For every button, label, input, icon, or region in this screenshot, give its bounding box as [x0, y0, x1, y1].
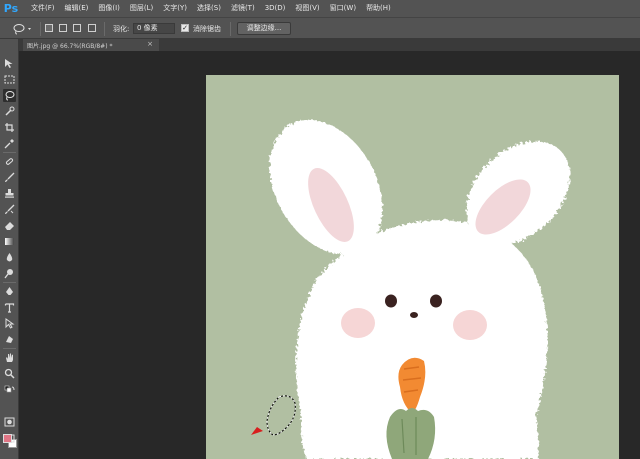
menu-filter[interactable]: 滤镜(T)	[226, 0, 260, 17]
right-cheek	[453, 310, 487, 340]
gradient-tool-icon[interactable]	[3, 235, 16, 248]
move-tool-icon[interactable]	[3, 57, 16, 70]
menu-edit[interactable]: 编辑(E)	[60, 0, 94, 17]
antialias-checkbox[interactable]: ✓	[181, 24, 189, 32]
menu-help[interactable]: 帮助(H)	[361, 0, 396, 17]
quick-mask-icon[interactable]	[3, 415, 16, 428]
feather-label: 羽化:	[113, 24, 130, 33]
right-eye	[430, 294, 442, 308]
options-bar: 羽化: 0 像素 ✓ 消除锯齿 调整边缘...	[0, 17, 640, 39]
tools-panel	[0, 39, 19, 459]
lasso-selection	[251, 395, 296, 436]
menu-file[interactable]: 文件(F)	[22, 0, 60, 17]
feather-field[interactable]: 0 像素	[133, 23, 175, 34]
hand-tool-icon[interactable]	[3, 351, 16, 364]
history-brush-tool-icon[interactable]	[3, 203, 16, 216]
marquee-tool-icon[interactable]	[3, 73, 16, 86]
dodge-tool-icon[interactable]	[3, 267, 16, 280]
clone-stamp-tool-icon[interactable]	[3, 187, 16, 200]
default-colors-icon[interactable]	[3, 384, 16, 393]
brush-tool-icon[interactable]	[3, 171, 16, 184]
intersect-selection-button[interactable]	[88, 24, 96, 32]
zoom-tool-icon[interactable]	[3, 367, 16, 380]
left-eye	[385, 294, 397, 308]
menu-view[interactable]: 视图(V)	[290, 0, 324, 17]
blur-tool-icon[interactable]	[3, 251, 16, 264]
menu-bar: Ps 文件(F) 编辑(E) 图像(I) 图层(L) 文字(Y) 选择(S) 滤…	[0, 0, 640, 17]
healing-brush-tool-icon[interactable]	[3, 155, 16, 168]
new-selection-button[interactable]	[45, 24, 53, 32]
crop-tool-icon[interactable]	[3, 121, 16, 134]
menu-3d[interactable]: 3D(D)	[260, 0, 291, 17]
document-workspace[interactable]	[19, 51, 640, 459]
menu-window[interactable]: 窗口(W)	[325, 0, 361, 17]
add-to-selection-button[interactable]	[59, 24, 67, 32]
document-tab[interactable]: 图片.jpg @ 66.7%(RGB/8#) * ×	[23, 39, 159, 51]
chevron-down-icon	[28, 27, 31, 30]
subtract-from-selection-button[interactable]	[73, 24, 81, 32]
left-cheek	[341, 308, 375, 338]
refine-edge-button[interactable]: 调整边缘...	[237, 22, 291, 35]
quick-select-tool-icon[interactable]	[3, 105, 16, 118]
menu-layer[interactable]: 图层(L)	[125, 0, 158, 17]
type-tool-icon[interactable]	[3, 301, 16, 314]
pen-tool-icon[interactable]	[3, 285, 16, 298]
shape-tool-icon[interactable]	[3, 333, 16, 346]
nose	[410, 312, 418, 318]
antialias-label: 消除锯齿	[193, 24, 221, 33]
document-tab-bar: 图片.jpg @ 66.7%(RGB/8#) * ×	[19, 39, 640, 51]
menu-image[interactable]: 图像(I)	[93, 0, 125, 17]
document-tab-title: 图片.jpg @ 66.7%(RGB/8#) *	[27, 42, 113, 50]
close-icon[interactable]: ×	[147, 40, 153, 48]
foreground-color-swatch[interactable]	[3, 434, 12, 443]
red-arrow-icon	[251, 427, 263, 435]
photoshop-window: Ps 文件(F) 编辑(E) 图像(I) 图层(L) 文字(Y) 选择(S) 滤…	[0, 0, 640, 459]
photoshop-logo: Ps	[3, 2, 19, 15]
lasso-preset-icon	[13, 23, 31, 34]
tool-preset-picker[interactable]	[12, 18, 36, 39]
menu-type[interactable]: 文字(Y)	[158, 0, 192, 17]
eraser-tool-icon[interactable]	[3, 219, 16, 232]
eyedropper-tool-icon[interactable]	[3, 137, 16, 150]
lasso-tool-icon[interactable]	[3, 89, 16, 102]
menu-select[interactable]: 选择(S)	[192, 0, 226, 17]
path-select-tool-icon[interactable]	[3, 317, 16, 330]
